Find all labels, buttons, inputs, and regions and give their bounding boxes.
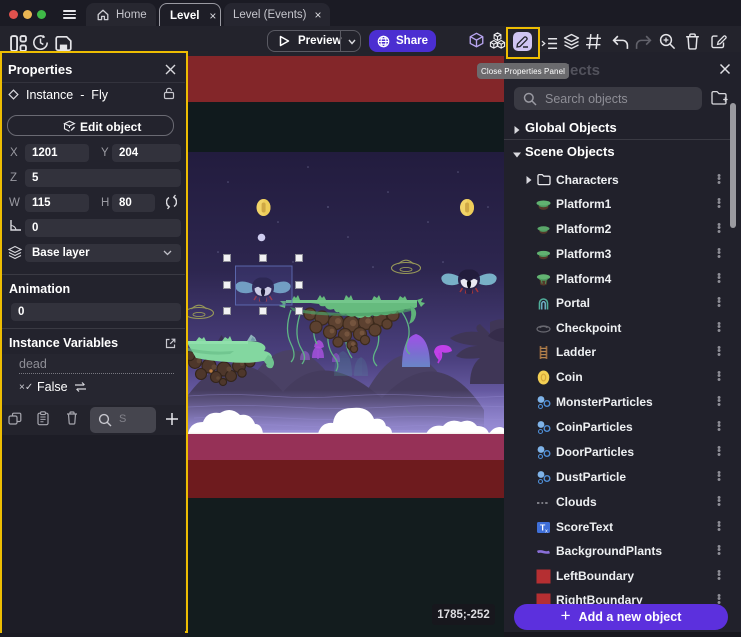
svg-text:x: x — [545, 528, 548, 534]
